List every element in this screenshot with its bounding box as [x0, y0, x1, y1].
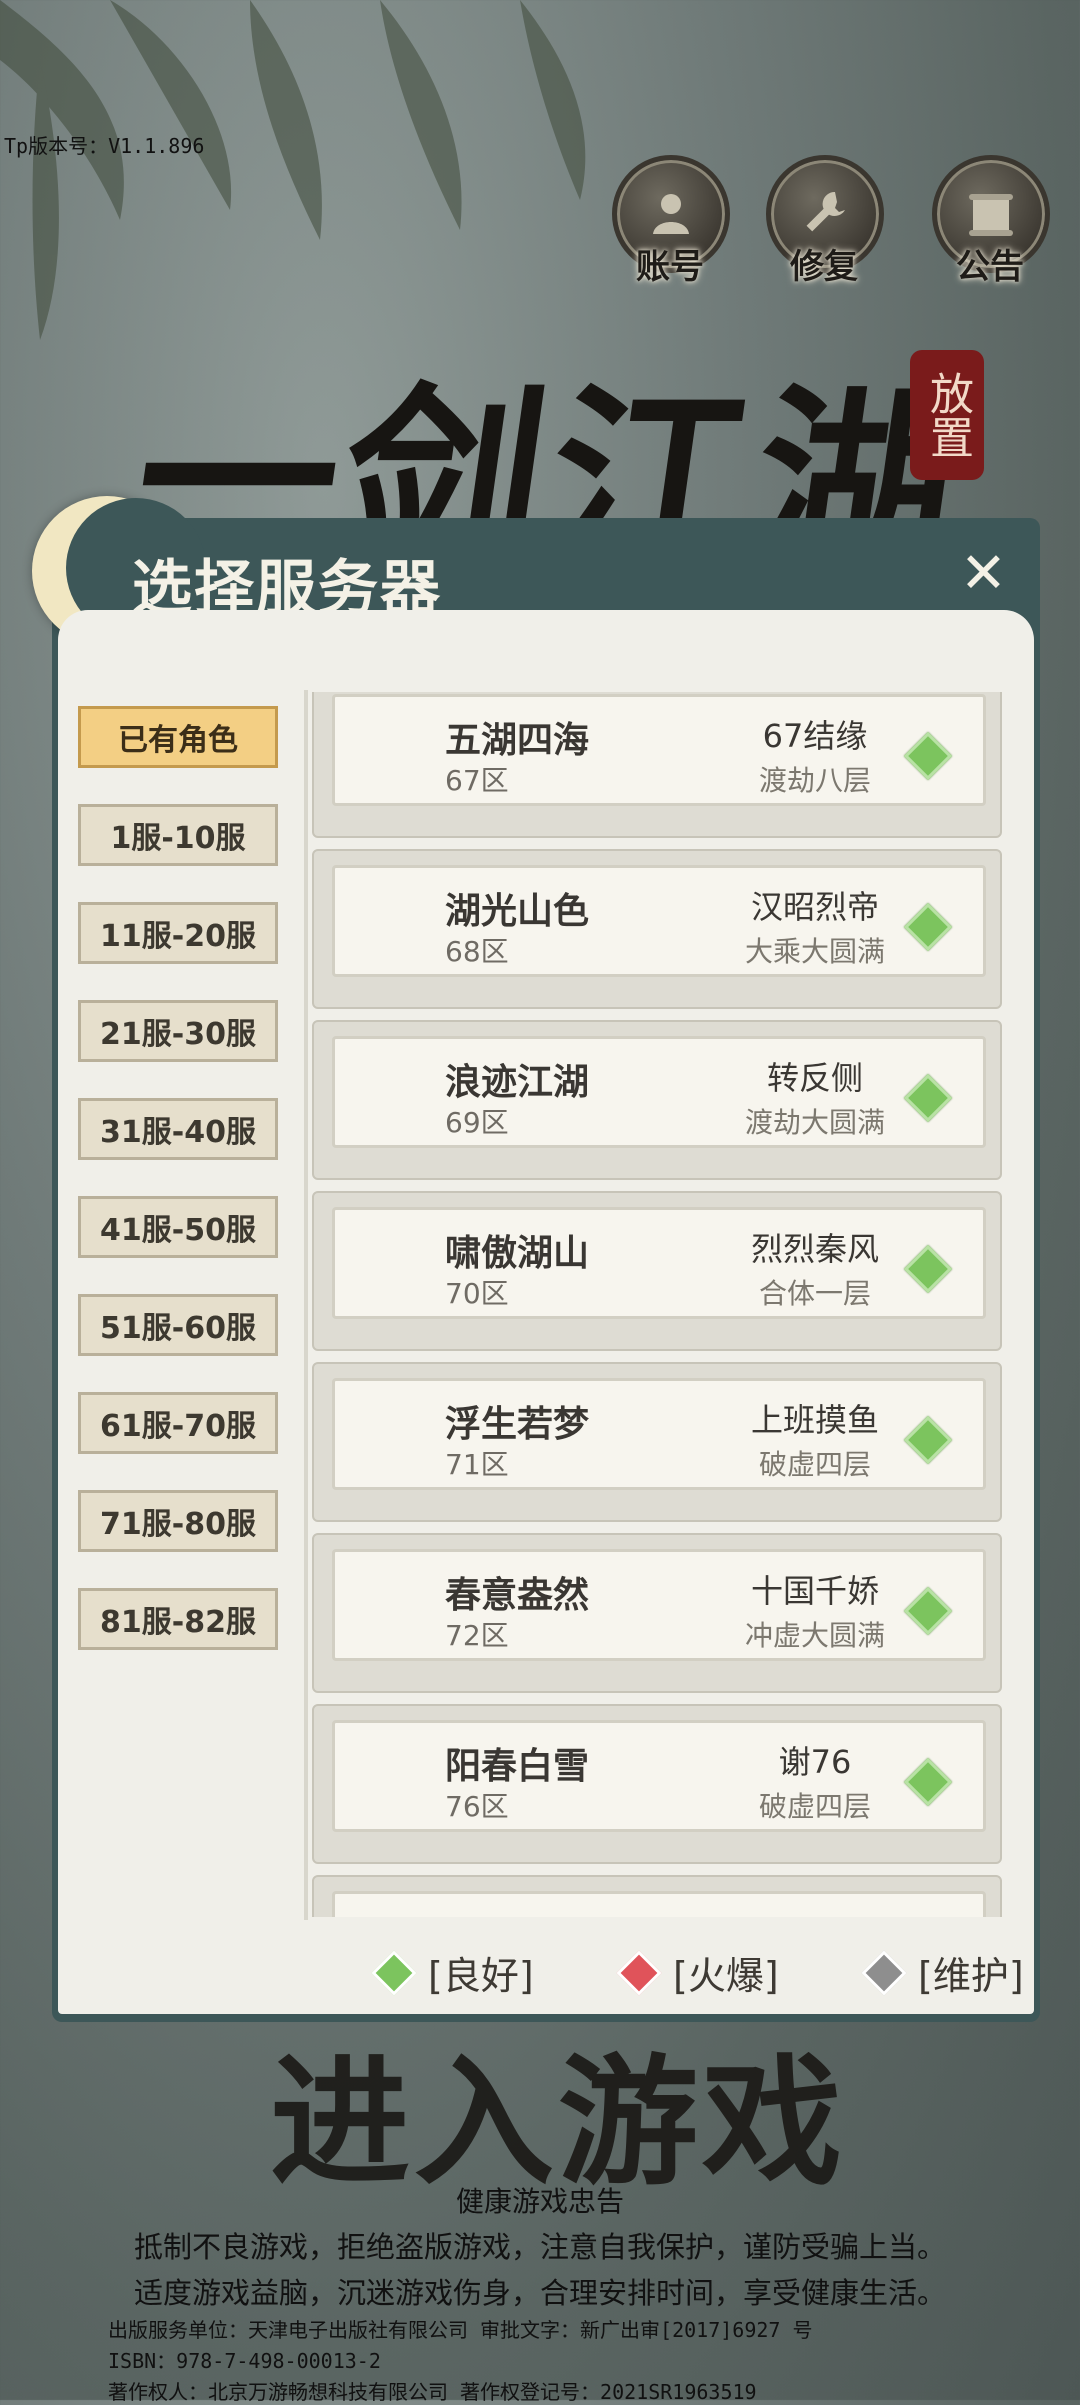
- legend-good-label: [良好]: [428, 1954, 534, 1998]
- repair-button[interactable]: 修复: [766, 155, 884, 288]
- server-row[interactable]: 五湖四海 67区 67结缘 渡劫八层: [312, 692, 1002, 838]
- status-legend: [良好] [火爆] [维护]: [328, 1945, 1028, 2005]
- server-row[interactable]: 阳春白雪 76区 谢76 破虚四层: [312, 1704, 1002, 1864]
- server-zone: 69区: [445, 1106, 509, 1139]
- tab-61-70[interactable]: 61服-70服: [78, 1392, 278, 1454]
- server-card: 谢77: [332, 1891, 986, 1917]
- server-name: 浪迹江湖: [445, 1062, 590, 1103]
- tab-41-50[interactable]: 41服-50服: [78, 1196, 278, 1258]
- server-list[interactable]: 五湖四海 67区 67结缘 渡劫八层 湖光山色 68区 汉昭烈帝 大乘大圆满 浪…: [312, 692, 1002, 1917]
- role-name: 67结缘: [762, 717, 868, 755]
- account-label: 账号: [636, 247, 704, 287]
- role-name: 上班摸鱼: [750, 1401, 879, 1439]
- server-row[interactable]: 啸傲湖山 70区 烈烈秦风 合体一层: [312, 1191, 1002, 1351]
- role-name: 汉昭烈帝: [750, 888, 879, 926]
- role-name: 谢77: [715, 1908, 915, 1917]
- role-level: 破虚四层: [758, 1448, 871, 1481]
- server-zone: 70区: [445, 1277, 509, 1310]
- server-card: 春意盎然 72区 十国千娇 冲虚大圆满: [332, 1549, 986, 1661]
- server-card: 浮生若梦 71区 上班摸鱼 破虚四层: [332, 1378, 986, 1490]
- server-row[interactable]: 湖光山色 68区 汉昭烈帝 大乘大圆满: [312, 849, 1002, 1009]
- tab-11-20[interactable]: 11服-20服: [78, 902, 278, 964]
- tab-1-10[interactable]: 1服-10服: [78, 804, 278, 866]
- role-level: 渡劫大圆满: [744, 1106, 885, 1139]
- server-row[interactable]: 浪迹江湖 69区 转反侧 渡劫大圆满: [312, 1020, 1002, 1180]
- server-card: 湖光山色 68区 汉昭烈帝 大乘大圆满: [332, 865, 986, 977]
- close-button[interactable]: ✕: [960, 544, 1007, 604]
- repair-label: 修复: [790, 247, 858, 287]
- server-row[interactable]: 谢77: [312, 1875, 1002, 1917]
- tab-existing-roles[interactable]: 已有角色: [78, 706, 278, 768]
- logo-seal: 放置: [910, 350, 984, 480]
- notice-label: 公告: [956, 247, 1024, 287]
- tab-81-82[interactable]: 81服-82服: [78, 1588, 278, 1650]
- version-label: Tp版本号：V1.1.896: [4, 134, 205, 158]
- legend-maintenance: [维护]: [861, 1945, 1024, 2000]
- server-row[interactable]: 浮生若梦 71区 上班摸鱼 破虚四层: [312, 1362, 1002, 1522]
- publisher-info: 出版服务单位：天津电子出版社有限公司 审批文字：新广出审[2017]6927 号: [108, 2318, 813, 2342]
- server-card: 阳春白雪 76区 谢76 破虚四层: [332, 1720, 986, 1832]
- isbn-info: ISBN：978-7-498-00013-2: [108, 2349, 381, 2373]
- advisory-heading: 健康游戏忠告: [455, 2185, 624, 2218]
- tab-21-30[interactable]: 21服-30服: [78, 1000, 278, 1062]
- server-card: 五湖四海 67区 67结缘 渡劫八层: [332, 694, 986, 806]
- legend-hot-label: [火爆]: [673, 1954, 779, 1998]
- server-zone: 76区: [445, 1790, 509, 1823]
- account-button[interactable]: 账号: [612, 155, 730, 288]
- server-zone: 71区: [445, 1448, 509, 1481]
- diamond-gray-icon: [861, 1949, 907, 1996]
- role-name: 转反侧: [766, 1059, 863, 1097]
- server-card: 啸傲湖山 70区 烈烈秦风 合体一层: [332, 1207, 986, 1319]
- server-group-tabs: 已有角色 1服-10服 11服-20服 21服-30服 31服-40服 41服-…: [58, 610, 308, 2014]
- tab-71-80[interactable]: 71服-80服: [78, 1490, 278, 1552]
- column-divider: [304, 690, 308, 1920]
- server-zone: 68区: [445, 935, 509, 968]
- notice-button[interactable]: 公告: [932, 155, 1050, 288]
- server-name: 阳春白雪: [445, 1746, 590, 1787]
- health-advisory-footer: 健康游戏忠告 抵制不良游戏，拒绝盗版游戏，注意自我保护，谨防受骗上当。 适度游戏…: [0, 2180, 1080, 2405]
- diamond-red-icon: [616, 1949, 662, 1996]
- role-name: 十国千娇: [750, 1572, 879, 1610]
- diamond-green-icon: [371, 1949, 417, 1996]
- dialog-body: 已有角色 1服-10服 11服-20服 21服-30服 31服-40服 41服-…: [58, 610, 1034, 2014]
- role-level: 渡劫八层: [758, 764, 871, 797]
- role-name: 谢76: [778, 1743, 852, 1781]
- legend-good: [良好]: [371, 1945, 534, 2000]
- role-level: 大乘大圆满: [744, 935, 885, 968]
- server-name: 春意盎然: [445, 1575, 590, 1616]
- role-level: 合体一层: [758, 1277, 871, 1310]
- server-name: 湖光山色: [445, 891, 590, 932]
- server-zone: 72区: [445, 1619, 509, 1652]
- role-name: 烈烈秦风: [750, 1230, 879, 1268]
- legend-hot: [火爆]: [616, 1945, 779, 2000]
- advisory-line-1: 抵制不良游戏，拒绝盗版游戏，注意自我保护，谨防受骗上当。: [133, 2230, 946, 2264]
- role-level: 破虚四层: [758, 1790, 871, 1823]
- tab-51-60[interactable]: 51服-60服: [78, 1294, 278, 1356]
- server-card: 浪迹江湖 69区 转反侧 渡劫大圆满: [332, 1036, 986, 1148]
- tab-31-40[interactable]: 31服-40服: [78, 1098, 278, 1160]
- server-select-dialog: 选择服务器 ✕ 已有角色 1服-10服 11服-20服 21服-30服 31服-…: [32, 496, 1040, 2022]
- server-row[interactable]: 春意盎然 72区 十国千娇 冲虚大圆满: [312, 1533, 1002, 1693]
- role-level: 冲虚大圆满: [744, 1619, 885, 1652]
- advisory-line-2: 适度游戏益脑，沉迷游戏伤身，合理安排时间，享受健康生活。: [133, 2276, 946, 2310]
- server-name: 浮生若梦: [445, 1404, 590, 1445]
- copyright-info: 著作权人：北京万游畅想科技有限公司 著作权登记号：2021SR1963519: [108, 2380, 757, 2404]
- server-zone: 67区: [445, 764, 509, 797]
- server-name: 啸傲湖山: [445, 1233, 590, 1274]
- legend-maintenance-label: [维护]: [918, 1954, 1024, 1998]
- server-name: 五湖四海: [445, 720, 590, 761]
